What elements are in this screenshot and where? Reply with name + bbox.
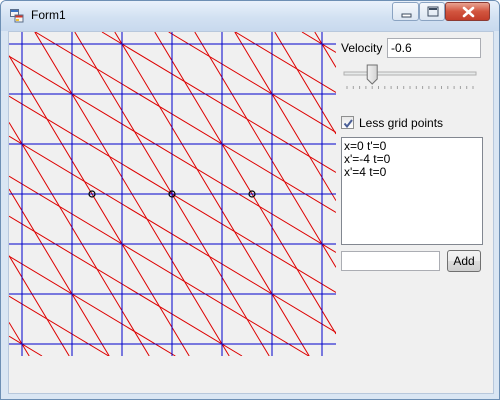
maximize-icon <box>427 6 439 17</box>
velocity-input[interactable] <box>387 38 481 58</box>
close-icon <box>462 6 475 18</box>
window-title: Form1 <box>31 8 66 22</box>
app-window: Form1 Velocity L <box>0 0 500 400</box>
checkmark-icon <box>343 119 353 129</box>
transformed-t-line <box>301 32 336 53</box>
velocity-label: Velocity <box>341 41 383 55</box>
minimize-button[interactable] <box>392 2 419 21</box>
form-client-area: Velocity Less grid points x=0 t'=0x'=-4 … <box>8 31 494 394</box>
transformed-t-line <box>9 255 176 356</box>
transformed-x-line <box>314 32 336 68</box>
spacetime-plot[interactable] <box>9 32 336 356</box>
slider-track <box>343 71 477 76</box>
transformed-t-line <box>235 32 336 93</box>
transformed-t-line <box>9 215 243 356</box>
minimize-icon <box>401 13 412 18</box>
close-button[interactable] <box>445 2 490 21</box>
title-bar[interactable]: Form1 <box>1 1 499 31</box>
less-grid-label: Less grid points <box>359 116 444 130</box>
transformed-x-line <box>9 322 30 356</box>
transformed-x-line <box>9 122 150 356</box>
transformed-x-line <box>194 32 336 268</box>
list-item[interactable]: x'=4 t=0 <box>344 166 480 179</box>
add-event-input[interactable] <box>341 251 440 271</box>
transformed-t-line <box>9 335 43 356</box>
transformed-x-line <box>154 32 336 335</box>
events-listbox[interactable]: x=0 t'=0 x'=-4 t=0 x'=4 t=0 <box>341 137 483 245</box>
transformed-x-line <box>234 32 336 201</box>
transformed-x-line <box>9 55 190 356</box>
transformed-t-line <box>9 175 309 356</box>
less-grid-checkbox[interactable] <box>341 116 354 129</box>
add-button[interactable]: Add <box>447 250 481 272</box>
transformed-t-line <box>168 32 336 133</box>
transformed-t-line <box>101 32 336 173</box>
transformed-x-line <box>9 255 70 356</box>
transformed-x-line <box>9 188 110 356</box>
velocity-slider[interactable] <box>341 62 481 92</box>
app-icon <box>10 9 24 23</box>
maximize-button[interactable] <box>419 2 445 21</box>
slider-thumb[interactable] <box>366 64 378 85</box>
